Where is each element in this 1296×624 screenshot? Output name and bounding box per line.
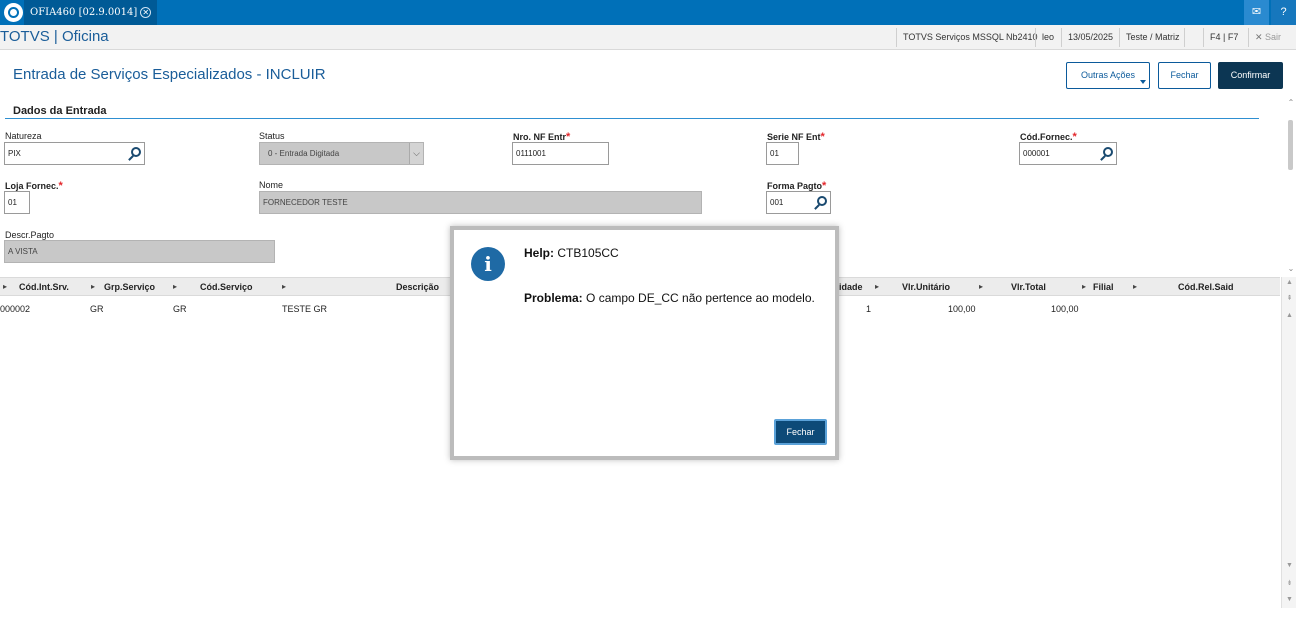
dialog-close-button[interactable]: Fechar bbox=[774, 419, 827, 445]
nome-field[interactable]: FORNECEDOR TESTE bbox=[259, 191, 702, 214]
status-select[interactable]: 0 - Entrada Digitada ⌵ bbox=[259, 142, 424, 165]
close-page-button[interactable]: Fechar bbox=[1158, 62, 1211, 89]
cell-descricao[interactable]: TESTE GR bbox=[282, 304, 327, 314]
serie-nf-field[interactable]: 01 bbox=[766, 142, 799, 165]
col-cod-int-srv[interactable]: Cód.Int.Srv. bbox=[19, 282, 69, 292]
column-marker-icon: ▸ bbox=[979, 282, 984, 291]
forma-pagto-field[interactable]: 001 bbox=[766, 191, 831, 214]
mail-icon[interactable]: ✉ bbox=[1244, 0, 1269, 25]
nro-nf-label-text: Nro. NF Entr bbox=[513, 132, 566, 142]
col-vlr-unitario[interactable]: Vlr.Unitário bbox=[902, 282, 950, 292]
page-title: Entrada de Serviços Especializados - INC… bbox=[13, 66, 326, 83]
column-marker-icon: ▸ bbox=[173, 282, 178, 291]
company-label: Teste / Matriz bbox=[1119, 28, 1186, 47]
totvs-logo-icon bbox=[4, 3, 23, 22]
col-cod-rel-said[interactable]: Cód.Rel.Said bbox=[1178, 282, 1234, 292]
user-label: leo bbox=[1035, 28, 1060, 47]
help-dialog: i Help: CTB105CC Problema: O campo DE_CC… bbox=[450, 226, 839, 460]
loja-fornec-label-text: Loja Fornec. bbox=[5, 181, 59, 191]
natureza-field[interactable]: PIX bbox=[4, 142, 145, 165]
form-scrollbar[interactable]: ⌃ ⌄ bbox=[1286, 98, 1296, 274]
cell-cod-int-srv[interactable]: 000002 bbox=[0, 304, 30, 314]
chevron-down-icon bbox=[1140, 80, 1146, 84]
cell-vlr-unitario[interactable]: 100,00 bbox=[948, 304, 976, 314]
cod-fornec-label-text: Cód.Fornec. bbox=[1020, 132, 1073, 142]
top-bar: OFIA460 [02.9.0014] ✕ ✉ ? bbox=[0, 0, 1296, 25]
scrollbar-thumb[interactable] bbox=[1288, 120, 1293, 170]
spacer-cell bbox=[1184, 28, 1202, 47]
status-value: 0 - Entrada Digitada bbox=[268, 149, 340, 158]
descr-pagto-label: Descr.Pagto bbox=[5, 230, 55, 240]
chevron-down-icon[interactable]: ⌄ bbox=[1286, 264, 1296, 273]
nome-label: Nome bbox=[259, 180, 284, 190]
col-quantidade[interactable]: idade bbox=[839, 282, 863, 292]
col-grp-servico[interactable]: Grp.Serviço bbox=[104, 282, 155, 292]
status-label: Status bbox=[259, 131, 285, 141]
descr-pagto-field[interactable]: A VISTA bbox=[4, 240, 275, 263]
date-label: 13/05/2025 bbox=[1061, 28, 1119, 47]
forma-pagto-value: 001 bbox=[770, 198, 784, 207]
search-icon[interactable] bbox=[817, 196, 827, 206]
grid-scrollbar[interactable]: ▲ ⇞ ▲ ▼ ⇟ ▼ bbox=[1281, 277, 1296, 608]
app-header: TOTVS | Oficina TOTVS Serviços MSSQL Nb2… bbox=[0, 25, 1296, 50]
other-actions-button[interactable]: Outras Ações bbox=[1066, 62, 1150, 89]
cell-grp-servico[interactable]: GR bbox=[90, 304, 104, 314]
chevron-up-icon[interactable]: ▲ bbox=[1282, 279, 1296, 286]
confirm-button[interactable]: Confirmar bbox=[1218, 62, 1283, 89]
natureza-value: PIX bbox=[8, 149, 21, 158]
exit-button[interactable]: ✕ Sair bbox=[1248, 28, 1287, 47]
col-cod-servico[interactable]: Cód.Serviço bbox=[200, 282, 253, 292]
loja-fornec-field[interactable]: 01 bbox=[4, 191, 30, 214]
column-marker-icon: ▸ bbox=[1133, 282, 1138, 291]
close-icon: ✕ bbox=[1255, 32, 1266, 42]
help-code: CTB105CC bbox=[557, 246, 619, 260]
chevron-down-icon[interactable]: ▼ bbox=[1282, 562, 1296, 569]
required-mark: * bbox=[58, 180, 63, 192]
column-marker-icon: ▸ bbox=[91, 282, 96, 291]
col-descricao[interactable]: Descrição bbox=[396, 282, 439, 292]
problem-text: Problema: O campo DE_CC não pertence ao … bbox=[524, 291, 815, 305]
required-mark: * bbox=[820, 131, 825, 143]
column-marker-icon: ▸ bbox=[875, 282, 880, 291]
cell-vlr-total[interactable]: 100,00 bbox=[1051, 304, 1079, 314]
section-title: Dados da Entrada bbox=[13, 105, 107, 117]
chevron-down-icon[interactable]: ⌵ bbox=[409, 143, 423, 164]
help-title: Help: CTB105CC bbox=[524, 246, 619, 260]
problem-label: Problema: bbox=[524, 291, 583, 305]
help-icon[interactable]: ? bbox=[1271, 0, 1296, 25]
column-marker-icon: ▸ bbox=[282, 282, 287, 291]
environment-label: TOTVS Serviços MSSQL Nb2410 bbox=[896, 28, 1044, 47]
cod-fornec-field[interactable]: 000001 bbox=[1019, 142, 1117, 165]
problem-message: O campo DE_CC não pertence ao modelo. bbox=[586, 291, 815, 305]
search-icon[interactable] bbox=[131, 147, 141, 157]
close-tab-icon[interactable]: ✕ bbox=[140, 7, 152, 18]
info-icon: i bbox=[471, 247, 505, 281]
cell-quantidade[interactable]: 1 bbox=[866, 304, 871, 314]
cod-fornec-value: 000001 bbox=[1023, 149, 1050, 158]
col-filial[interactable]: Filial bbox=[1093, 282, 1114, 292]
program-tab-label: OFIA460 [02.9.0014] bbox=[30, 7, 138, 18]
exit-label: Sair bbox=[1265, 32, 1282, 42]
app-title: TOTVS | Oficina bbox=[0, 28, 109, 45]
search-icon[interactable] bbox=[1103, 147, 1113, 157]
section-divider bbox=[5, 118, 1259, 119]
forma-pagto-label-text: Forma Pagto bbox=[767, 181, 823, 191]
chevron-up-icon[interactable]: ▲ bbox=[1282, 312, 1296, 319]
shortcut-keys[interactable]: F4 | F7 bbox=[1203, 28, 1244, 47]
page-up-icon[interactable]: ⇞ bbox=[1282, 294, 1296, 302]
chevron-up-icon[interactable]: ⌃ bbox=[1286, 98, 1296, 107]
column-marker-icon: ▸ bbox=[3, 282, 8, 291]
natureza-label: Natureza bbox=[5, 131, 42, 141]
page-down-icon[interactable]: ⇟ bbox=[1282, 579, 1296, 587]
serie-nf-label-text: Serie NF Ent bbox=[767, 132, 821, 142]
help-label: Help: bbox=[524, 246, 554, 260]
chevron-down-icon[interactable]: ▼ bbox=[1282, 596, 1296, 603]
nro-nf-field[interactable]: 0111001 bbox=[512, 142, 609, 165]
other-actions-label: Outras Ações bbox=[1080, 70, 1136, 80]
program-tab[interactable]: OFIA460 [02.9.0014] ✕ bbox=[24, 0, 158, 25]
cell-cod-servico[interactable]: GR bbox=[173, 304, 187, 314]
column-marker-icon: ▸ bbox=[1082, 282, 1087, 291]
col-vlr-total[interactable]: Vlr.Total bbox=[1011, 282, 1046, 292]
